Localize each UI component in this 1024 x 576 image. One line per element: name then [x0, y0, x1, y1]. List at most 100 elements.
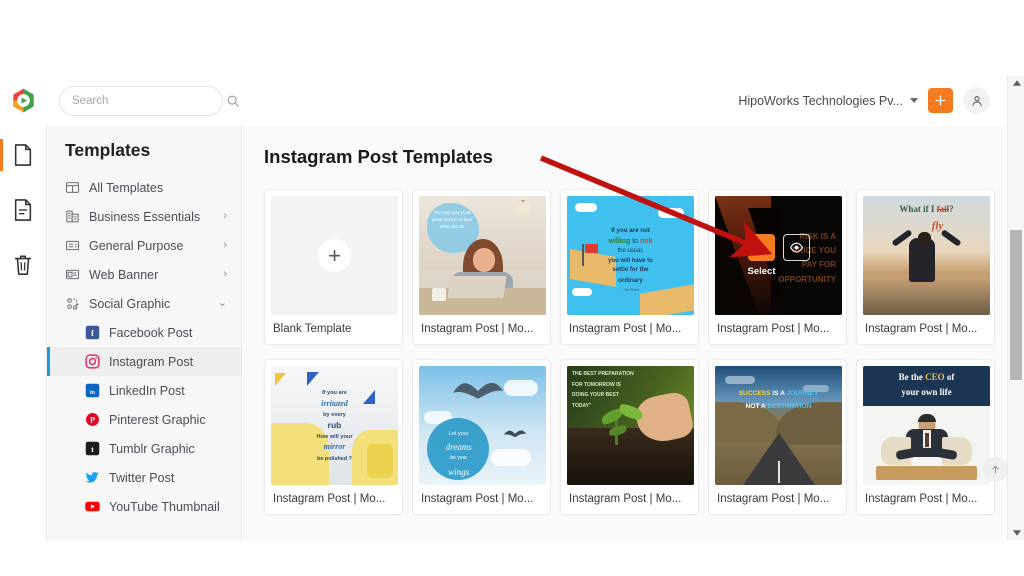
template-card-label: Instagram Post | Mo... — [421, 323, 534, 335]
app-window: HipoWorks Technologies Pv... — [0, 75, 1024, 541]
list-card-icon — [65, 238, 80, 253]
sidebar-item-pinterest-graphic[interactable]: P Pinterest Graphic — [47, 405, 241, 434]
avatar[interactable] — [963, 87, 990, 114]
sidebar-item-business-essentials[interactable]: Business Essentials › — [47, 202, 241, 231]
sidebar-item-label: Social Graphic — [89, 296, 171, 311]
search-box[interactable] — [59, 85, 239, 116]
scrollbar-up-arrow[interactable] — [1008, 75, 1024, 91]
sidebar-item-label: Instagram Post — [109, 354, 194, 369]
chevron-down-icon — [910, 98, 918, 103]
sidebar-item-web-banner[interactable]: Web Banner › — [47, 260, 241, 289]
template-card-label: Instagram Post | Mo... — [421, 493, 534, 505]
template-card-label: Instagram Post | Mo... — [569, 493, 682, 505]
template-card[interactable]: If you are irritated by every rub How wi… — [264, 359, 403, 515]
rail-item-templates[interactable] — [0, 191, 47, 229]
org-selector[interactable]: HipoWorks Technologies Pv... — [738, 94, 918, 108]
rail-item-trash[interactable] — [0, 246, 47, 284]
sidebar-item-linkedin-post[interactable]: in LinkedIn Post — [47, 376, 241, 405]
template-card[interactable]: SUCCESS IS A JOURNEY NOT A DESTINATION I… — [708, 359, 847, 515]
preview-action[interactable]: . — [782, 234, 810, 277]
template-thumbnail: If you are not willing to risk the usual… — [567, 196, 694, 315]
template-card[interactable]: THE BEST PREPARATION FOR TOMORROW IS DOI… — [560, 359, 699, 515]
eye-icon[interactable] — [782, 234, 810, 261]
template-card-label: Instagram Post | Mo... — [865, 323, 978, 335]
youtube-icon — [85, 499, 100, 514]
org-name: HipoWorks Technologies Pv... — [738, 93, 903, 108]
sidebar-item-label: Tumblr Graphic — [109, 441, 195, 456]
sidebar-item-instagram-post[interactable]: Instagram Post — [47, 347, 241, 376]
blank-template-card[interactable]: + Blank Template — [264, 189, 403, 345]
sidebar-item-general-purpose[interactable]: General Purpose › — [47, 231, 241, 260]
add-button[interactable] — [928, 88, 953, 113]
template-card[interactable]: RISK IS A PRICE YOU PAY FOR OPPORTUNITY … — [708, 189, 847, 345]
template-card-label: Blank Template — [273, 323, 352, 335]
linkedin-icon: in — [85, 383, 100, 398]
top-bar: HipoWorks Technologies Pv... — [0, 75, 1024, 126]
caret-up-icon — [1012, 80, 1021, 86]
select-action[interactable]: Select — [748, 234, 776, 277]
sidebar-title: Templates — [65, 140, 151, 160]
template-thumbnail: Be the CEO of your own life — [863, 366, 990, 485]
template-grid: + Blank Template The only way to do great… — [264, 189, 1024, 515]
banner-icon — [65, 267, 80, 282]
scroll-to-top-button[interactable] — [983, 457, 1008, 482]
scrollbar-thumb[interactable] — [1010, 230, 1022, 380]
vertical-scrollbar[interactable] — [1007, 75, 1024, 541]
icon-rail — [0, 126, 47, 541]
template-thumbnail: Let your dreams be your wings — [419, 366, 546, 485]
caret-down-icon — [1012, 530, 1021, 536]
pinterest-icon: P — [85, 412, 100, 427]
sidebar-item-label: Web Banner — [89, 267, 159, 282]
template-card[interactable]: What if I fail? fly Instagram Post | Mo.… — [856, 189, 995, 345]
sidebar-item-tumblr-graphic[interactable]: t Tumblr Graphic — [47, 434, 241, 463]
template-card-label: Instagram Post | Mo... — [717, 323, 830, 335]
trash-icon — [14, 255, 32, 275]
template-thumbnail: SUCCESS IS A JOURNEY NOT A DESTINATION — [715, 366, 842, 485]
document-icon — [14, 144, 32, 166]
sidebar-item-label: LinkedIn Post — [109, 383, 185, 398]
main-content: Instagram Post Templates + Blank Template… — [242, 126, 1024, 541]
app-logo[interactable] — [0, 75, 47, 126]
sidebar-item-facebook-post[interactable]: f Facebook Post — [47, 318, 241, 347]
chevron-down-icon: ⌄ — [217, 297, 227, 309]
card-hover-overlay: Select . — [715, 196, 842, 315]
sidebar-item-label: General Purpose — [89, 238, 184, 253]
sidebar-item-label: Business Essentials — [89, 209, 201, 224]
template-thumbnail: What if I fail? fly — [863, 196, 990, 315]
page-title: Instagram Post Templates — [264, 146, 493, 167]
template-card[interactable]: If you are not willing to risk the usual… — [560, 189, 699, 345]
sidebar-item-label: Pinterest Graphic — [109, 412, 206, 427]
chevron-right-icon: › — [223, 239, 227, 251]
plus-icon — [935, 95, 946, 106]
chevron-right-icon: › — [223, 268, 227, 280]
building-icon — [65, 209, 80, 224]
cursor-arrow-icon[interactable] — [748, 234, 775, 261]
search-icon — [227, 95, 239, 107]
scrollbar-down-arrow[interactable] — [1008, 525, 1024, 541]
template-card[interactable]: Let your dreams be your wings Instagram … — [412, 359, 551, 515]
template-card-label: Instagram Post | Mo... — [865, 493, 978, 505]
sidebar-item-label: Facebook Post — [109, 325, 193, 340]
sidebar-item-twitter-post[interactable]: Twitter Post — [47, 463, 241, 492]
plus-icon: + — [318, 239, 351, 272]
arrow-up-icon — [992, 465, 999, 474]
template-card-label: Instagram Post | Mo... — [273, 493, 386, 505]
top-bar-right: HipoWorks Technologies Pv... — [738, 87, 1024, 114]
template-card-label: Instagram Post | Mo... — [717, 493, 830, 505]
svg-text:in: in — [90, 390, 96, 396]
select-label: Select — [747, 266, 776, 277]
rail-item-designs[interactable] — [0, 136, 47, 174]
sidebar-item-social-graphic[interactable]: Social Graphic ⌄ — [47, 289, 241, 318]
template-card-label: Instagram Post | Mo... — [569, 323, 682, 335]
sidebar-item-label: YouTube Thumbnail — [109, 499, 220, 514]
template-card[interactable]: The only way to do great work is to love… — [412, 189, 551, 345]
sidebar-item-label: All Templates — [89, 180, 164, 195]
search-input[interactable] — [72, 94, 226, 107]
sidebar-item-all-templates[interactable]: All Templates — [47, 173, 241, 202]
template-card[interactable]: Be the CEO of your own life Instagram Po… — [856, 359, 995, 515]
svg-text:t: t — [91, 445, 94, 454]
sidebar-item-youtube-thumbnail[interactable]: YouTube Thumbnail — [47, 492, 241, 521]
facebook-icon: f — [85, 325, 100, 340]
grid-templates-icon — [65, 180, 80, 195]
template-thumbnail: The only way to do great work is to love… — [419, 196, 546, 315]
